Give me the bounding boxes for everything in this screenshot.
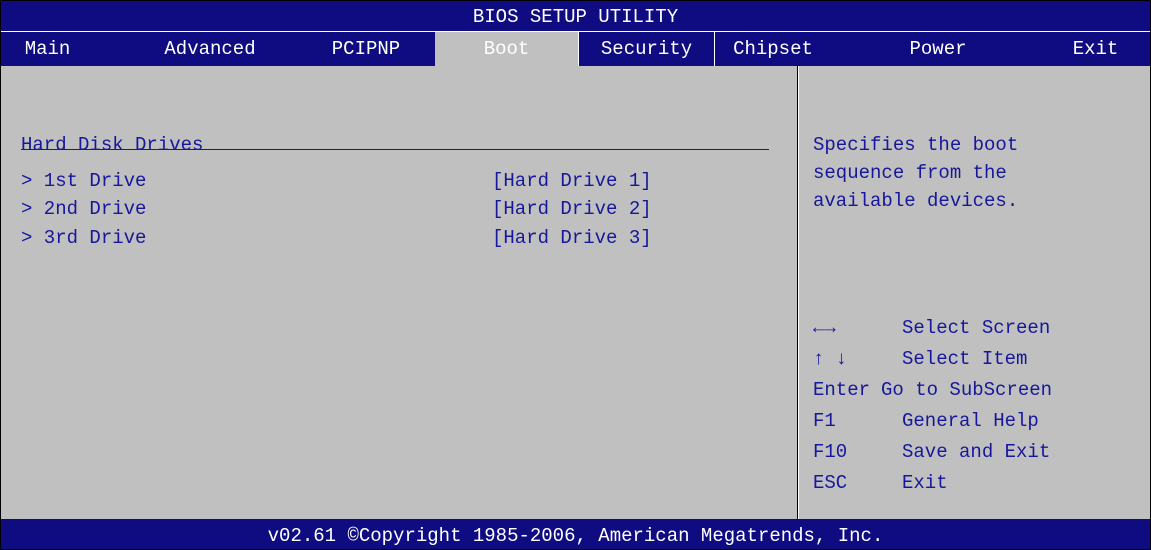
- tab-main[interactable]: Main: [1, 32, 94, 66]
- tab-advanced[interactable]: Advanced: [145, 32, 275, 66]
- drive-label: > 1st Drive: [21, 170, 147, 192]
- section-title: Hard Disk Drives: [21, 134, 204, 156]
- key-hint-desc: Go to SubScreen: [881, 379, 1053, 401]
- key-hint-desc: Select Screen: [902, 317, 1051, 339]
- tab-chipset[interactable]: Chipset: [717, 32, 829, 66]
- tab-boot[interactable]: Boot: [435, 32, 578, 66]
- window-title: BIOS SETUP UTILITY: [1, 1, 1150, 32]
- tab-power[interactable]: Power: [883, 32, 993, 66]
- drive-value: [Hard Drive 3]: [492, 227, 652, 249]
- tab-exit[interactable]: Exit: [1041, 32, 1150, 66]
- menu-bar: Main Advanced PCIPNP Boot Security Chips…: [1, 32, 1150, 66]
- help-text-line: Specifies the boot: [813, 134, 1019, 156]
- key-hint-key: F10: [813, 441, 848, 463]
- key-hint-desc: Save and Exit: [902, 441, 1051, 463]
- key-hint-desc: Exit: [902, 472, 948, 494]
- help-text-line: available devices.: [813, 190, 1019, 212]
- boot-drive-row-3[interactable]: > 3rd Drive [Hard Drive 3]: [21, 227, 741, 255]
- boot-drive-row-1[interactable]: > 1st Drive [Hard Drive 1]: [21, 170, 741, 198]
- arrow-up-down-icon: ↑ ↓: [813, 348, 848, 370]
- arrow-left-right-icon: ←→: [813, 317, 836, 339]
- key-hint-key: ESC: [813, 472, 848, 494]
- boot-drive-row-2[interactable]: > 2nd Drive [Hard Drive 2]: [21, 198, 741, 226]
- tab-separator: [714, 32, 715, 66]
- bios-setup-screen: BIOS SETUP UTILITY Main Advanced PCIPNP …: [0, 0, 1151, 550]
- drive-label: > 2nd Drive: [21, 198, 147, 220]
- key-hint-key: Enter: [813, 379, 871, 401]
- tab-pcipnp[interactable]: PCIPNP: [316, 32, 416, 66]
- key-hint-desc: General Help: [902, 410, 1039, 432]
- copyright-footer: v02.61 ©Copyright 1985-2006, American Me…: [1, 519, 1150, 549]
- section-divider: [21, 149, 769, 150]
- drive-value: [Hard Drive 1]: [492, 170, 652, 192]
- key-hint-desc: Select Item: [902, 348, 1028, 370]
- drive-label: > 3rd Drive: [21, 227, 147, 249]
- help-text-line: sequence from the: [813, 162, 1007, 184]
- tab-security[interactable]: Security: [579, 32, 714, 66]
- key-hint-key: F1: [813, 410, 836, 432]
- drive-value: [Hard Drive 2]: [492, 198, 652, 220]
